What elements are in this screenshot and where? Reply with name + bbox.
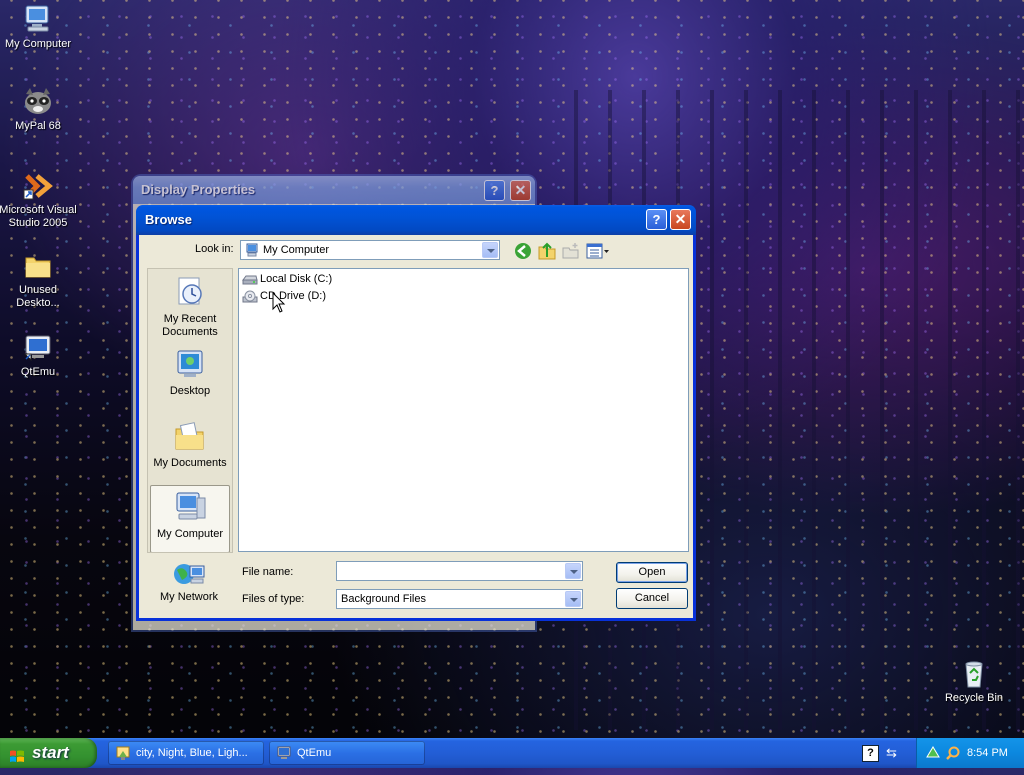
desktop-icon-mypal[interactable]: MyPal 68 [0, 86, 78, 133]
desktop-icon-recycle-bin[interactable]: Recycle Bin [934, 658, 1014, 705]
desktop-icon-unused-desktop[interactable]: Unused Deskto... [0, 250, 78, 310]
file-item-label: Local Disk (C:) [260, 273, 333, 285]
place-label: Desktop [169, 385, 211, 397]
open-button[interactable]: Open [616, 562, 688, 583]
recycle-bin-icon [957, 658, 991, 690]
desktop-icon-label: My Computer [4, 38, 72, 50]
look-in-label: Look in: [195, 243, 234, 255]
start-button[interactable]: start [0, 738, 97, 768]
place-label: My Recent Documents [162, 313, 218, 338]
window-title: Display Properties [141, 182, 256, 197]
desktop-icon [173, 347, 207, 381]
back-button[interactable] [513, 241, 533, 261]
back-arrow-icon [515, 243, 531, 259]
mouse-pointer-icon [272, 291, 286, 317]
place-my-computer[interactable]: My Computer [150, 485, 230, 552]
desktop-icon-label: Microsoft Visual Studio 2005 [0, 204, 77, 229]
cd-drive-icon [242, 290, 258, 304]
file-name-input[interactable] [336, 561, 583, 581]
system-tray: 8:54 PM [916, 738, 1024, 768]
up-folder-button[interactable] [537, 241, 557, 261]
raccoon-icon [21, 86, 55, 118]
file-item-label: CD Drive (D:) [260, 290, 326, 302]
file-name-label: File name: [242, 566, 294, 578]
hard-drive-icon [242, 273, 258, 287]
cancel-button[interactable]: Cancel [616, 588, 688, 609]
look-in-dropdown[interactable]: My Computer [240, 240, 500, 260]
chevron-down-icon[interactable] [482, 242, 498, 258]
look-in-value: My Computer [263, 244, 330, 256]
visual-studio-icon [21, 170, 55, 202]
desktop-icon-visual-studio[interactable]: Microsoft Visual Studio 2005 [0, 170, 78, 230]
windows-flag-icon [9, 745, 25, 762]
place-label: My Network [159, 591, 219, 603]
help-button[interactable]: ? [484, 180, 505, 201]
file-list[interactable]: Local Disk (C:) CD Drive (D:) [238, 268, 689, 552]
desktop-icon-my-computer[interactable]: My Computer [0, 4, 78, 51]
clock: 8:54 PM [967, 747, 1008, 759]
up-folder-icon [538, 242, 556, 260]
search-icon[interactable] [945, 745, 961, 764]
computer-icon [21, 4, 55, 36]
task-label: QtEmu [297, 747, 332, 759]
qtemu-icon [276, 745, 292, 761]
my-documents-icon [173, 419, 207, 453]
place-my-recent-documents[interactable]: My Recent Documents [150, 275, 230, 339]
chevron-down-icon[interactable] [565, 591, 581, 607]
qtemu-icon [21, 332, 55, 364]
recent-documents-icon [173, 275, 207, 309]
desktop-icon-label: Recycle Bin [944, 692, 1004, 704]
new-folder-icon [562, 243, 579, 259]
views-menu-button[interactable] [585, 241, 611, 261]
files-of-type-label: Files of type: [242, 593, 305, 605]
taskbar: start city, Night, Blue, Ligh... QtEmu ?… [0, 738, 1024, 768]
close-button[interactable]: ✕ [670, 209, 691, 230]
help-button[interactable]: ? [646, 209, 667, 230]
desktop-icon-label: Unused Deskto... [16, 284, 60, 309]
folder-icon [21, 250, 55, 282]
network-globe-icon [172, 560, 206, 590]
files-of-type-dropdown[interactable]: Background Files [336, 589, 583, 609]
desktop-icon-qtemu[interactable]: QtEmu [0, 332, 78, 379]
browse-titlebar[interactable]: Browse ? ✕ [136, 205, 696, 235]
taskbar-button-wallpaper[interactable]: city, Night, Blue, Ligh... [108, 741, 264, 765]
display-properties-titlebar[interactable]: Display Properties ? ✕ [133, 176, 535, 204]
place-my-network[interactable]: My Network [149, 560, 229, 605]
new-folder-button[interactable] [561, 241, 581, 261]
views-icon [586, 243, 609, 259]
computer-icon [173, 490, 207, 524]
places-bar: My Recent Documents Desktop My Documents… [147, 268, 233, 553]
desktop-icon-label: QtEmu [20, 366, 56, 378]
language-help-icon[interactable]: ? [862, 745, 879, 762]
tray-app-icon[interactable] [925, 745, 941, 764]
start-label: start [32, 743, 69, 762]
chevron-down-icon[interactable] [565, 563, 581, 579]
files-of-type-value: Background Files [341, 593, 426, 605]
close-button[interactable]: ✕ [510, 180, 531, 201]
window-title: Browse [145, 212, 192, 227]
place-label: My Documents [153, 457, 227, 469]
network-tray-icon[interactable]: ⇆ [886, 745, 897, 761]
desktop-icon-label: MyPal 68 [15, 120, 61, 132]
place-label: My Computer [156, 528, 224, 540]
task-label: city, Night, Blue, Ligh... [136, 747, 248, 759]
browse-dialog: Browse ? ✕ Look in: My Computer My Recen… [136, 205, 696, 621]
wallpaper-app-icon [115, 745, 131, 761]
place-desktop[interactable]: Desktop [150, 347, 230, 398]
taskbar-button-qtemu[interactable]: QtEmu [269, 741, 425, 765]
place-my-documents[interactable]: My Documents [150, 419, 230, 470]
computer-icon [245, 243, 259, 260]
